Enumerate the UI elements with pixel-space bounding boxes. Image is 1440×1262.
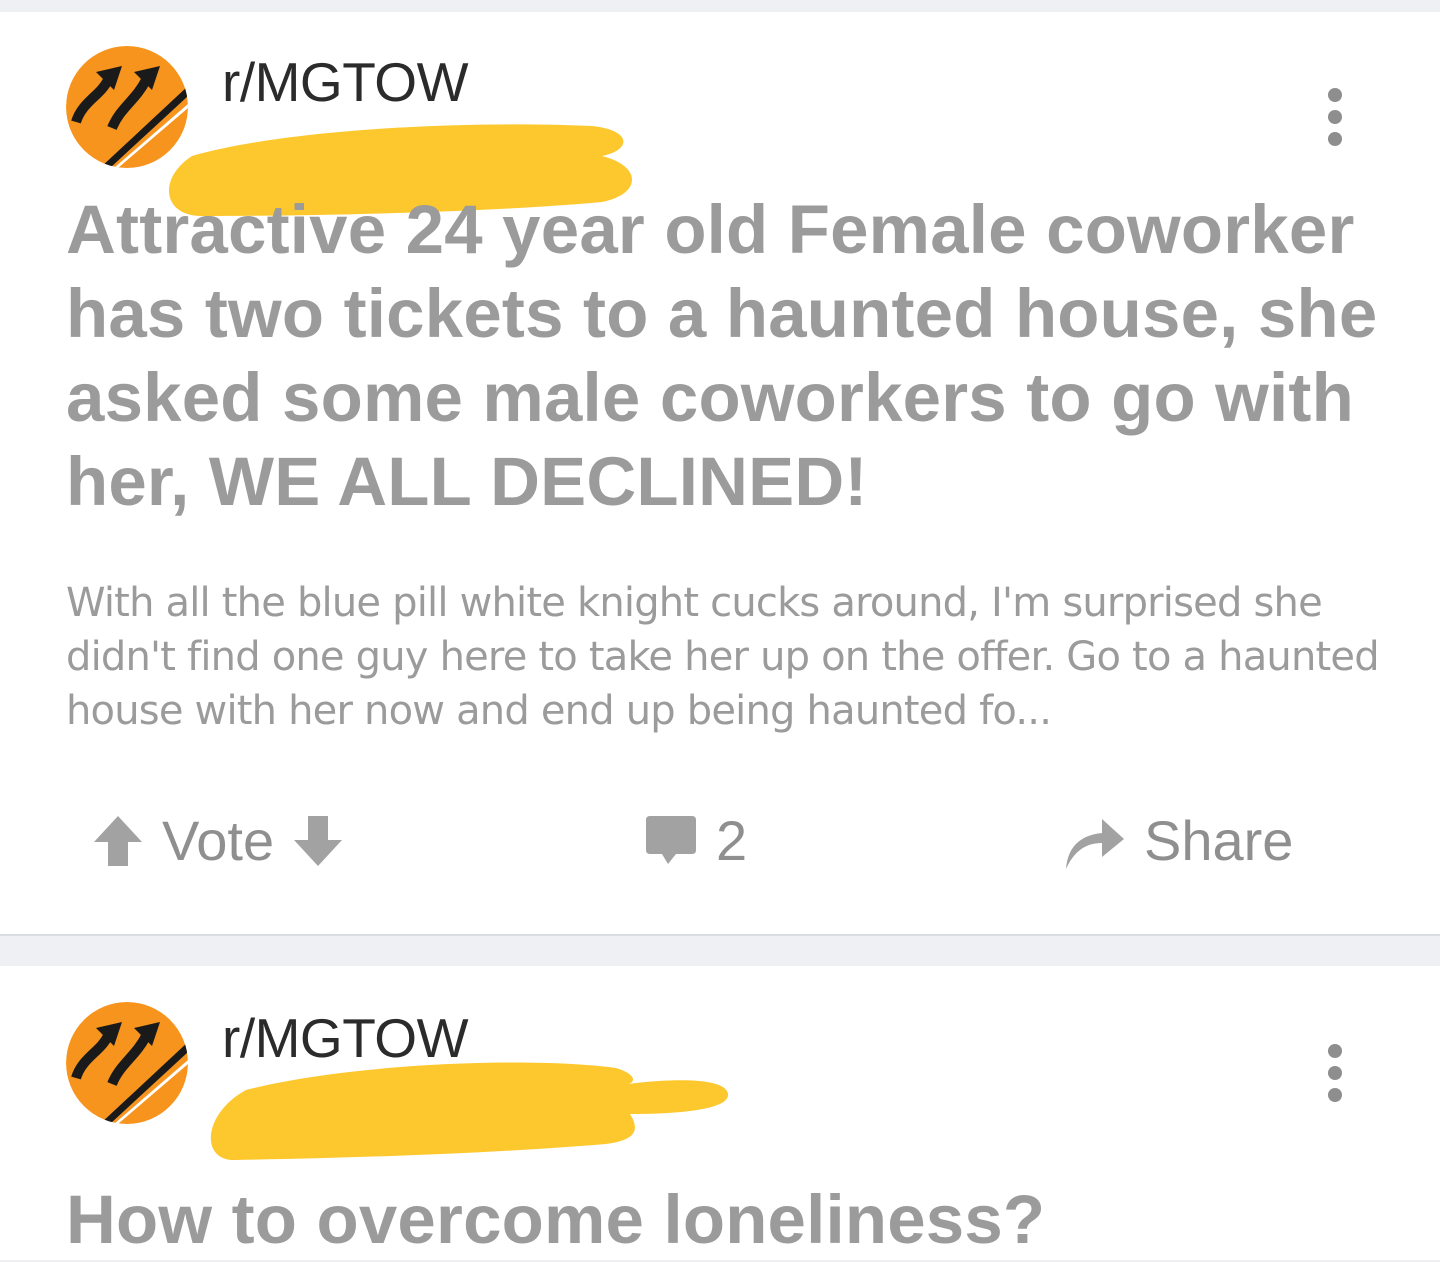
arrow-down-icon[interactable] bbox=[292, 814, 344, 868]
post-title[interactable]: How to overcome loneliness? bbox=[66, 1178, 1386, 1262]
subreddit-avatar[interactable] bbox=[66, 1002, 188, 1124]
comments-button[interactable]: 2 bbox=[644, 808, 765, 873]
post-card[interactable]: r/MGTOW Attractive 24 year old Female co… bbox=[0, 12, 1440, 936]
post-feed: r/MGTOW Attractive 24 year old Female co… bbox=[0, 0, 1440, 1260]
vote-control: Vote bbox=[92, 808, 344, 873]
share-button[interactable]: Share bbox=[1062, 808, 1311, 873]
comment-count: 2 bbox=[716, 809, 748, 872]
merge-lane-arrows-icon bbox=[66, 1002, 188, 1124]
share-label: Share bbox=[1144, 809, 1294, 872]
comment-bubble-icon bbox=[646, 815, 696, 864]
share-arrow-icon bbox=[1066, 818, 1124, 869]
vote-label: Vote bbox=[162, 809, 275, 872]
more-options-button[interactable] bbox=[1322, 88, 1350, 160]
more-options-button[interactable] bbox=[1322, 1044, 1350, 1116]
subreddit-name[interactable]: r/MGTOW bbox=[222, 52, 469, 112]
post-body-preview[interactable]: With all the blue pill white knight cuck… bbox=[66, 576, 1386, 738]
post-title[interactable]: Attractive 24 year old Female coworker h… bbox=[66, 188, 1386, 524]
arrow-up-icon[interactable] bbox=[92, 814, 144, 868]
redaction-mark bbox=[206, 1054, 736, 1166]
post-card[interactable]: r/MGTOW How to overcome loneliness? bbox=[0, 966, 1440, 1260]
